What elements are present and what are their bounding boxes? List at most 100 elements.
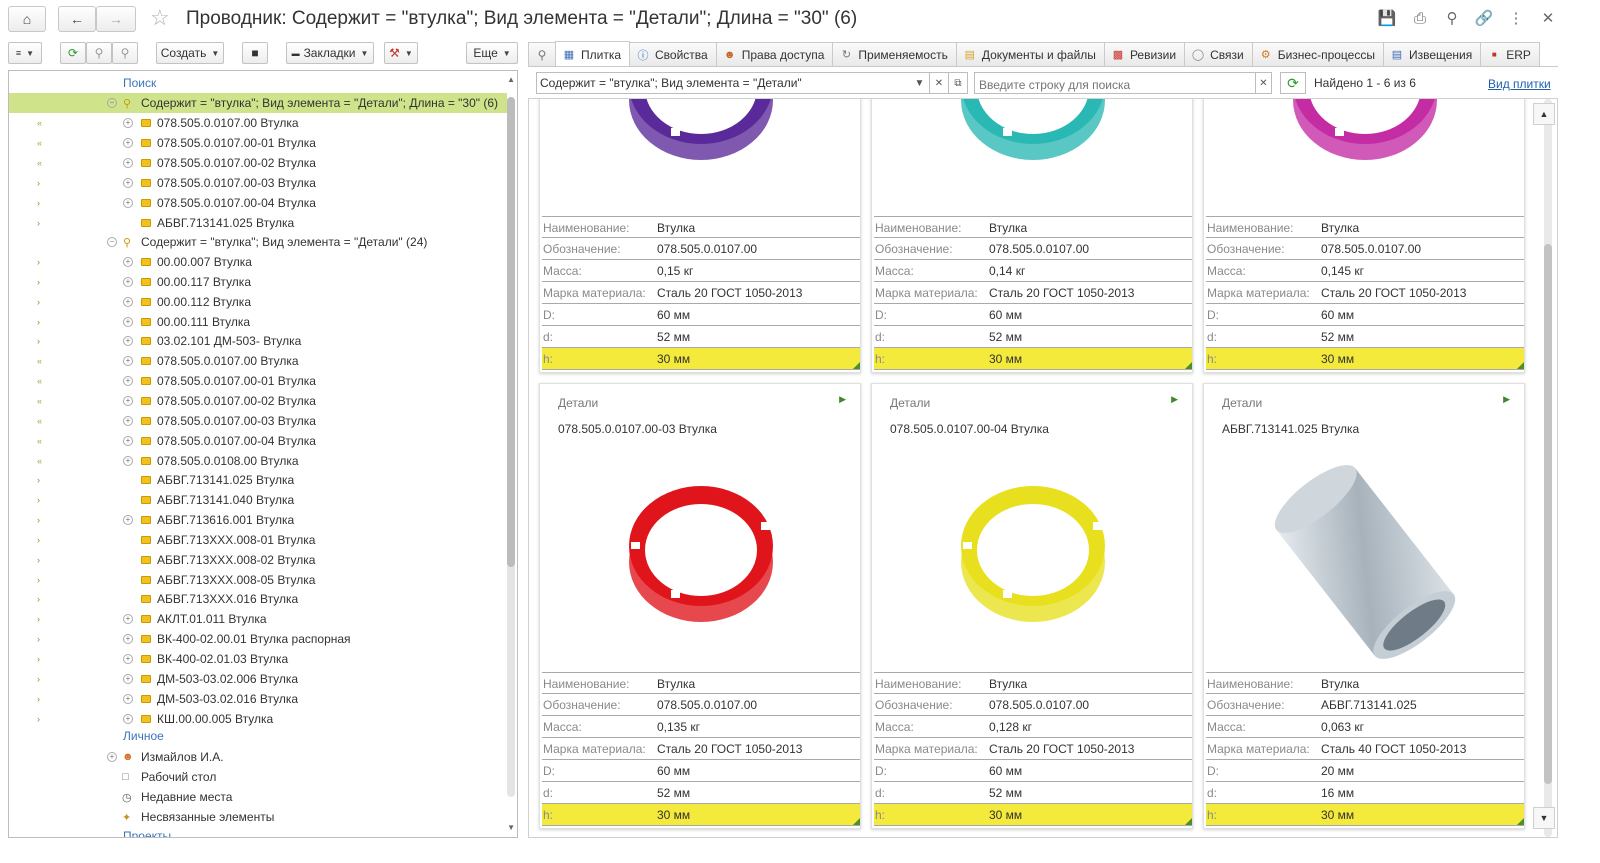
filter-open-button[interactable]: ⧉ <box>948 72 968 94</box>
card-menu-icon[interactable]: ▶ <box>1171 394 1178 405</box>
tab-search[interactable]: ⚲ <box>528 42 556 66</box>
tree-item[interactable]: › + ДМ-503-03.02.016 Втулка <box>9 689 507 709</box>
tree-item[interactable]: › АБВГ.713ХХХ.016 Втулка <box>9 589 507 609</box>
chevron-right-icon[interactable]: › <box>37 475 40 485</box>
filter-field[interactable]: Содержит = "втулка"; Вид элемента = "Дет… <box>536 72 930 94</box>
card-title[interactable]: 078.505.0.0107.00-04 Втулка <box>890 422 1049 436</box>
filter-dropdown-button[interactable]: ▼ <box>910 72 930 94</box>
chevron-right-icon[interactable]: › <box>37 495 40 505</box>
print-icon[interactable]: ⎙ <box>1410 9 1430 29</box>
expand-icon[interactable]: + <box>123 713 133 724</box>
expand-icon[interactable]: + <box>123 138 133 148</box>
tree-item[interactable]: « +078.505.0.0107.00-02 Втулка <box>9 391 507 411</box>
chevron-right-icon[interactable]: › <box>37 634 40 644</box>
expand-icon[interactable]: + <box>123 257 133 267</box>
filter-clear-button[interactable]: ✕ <box>929 72 949 94</box>
double-chevron-icon[interactable]: « <box>37 356 42 366</box>
save-icon[interactable]: 💾 <box>1377 9 1397 29</box>
tile-card[interactable]: Детали АБВГ.713141.025 Втулка ▶ Наименовани… <box>1203 383 1525 829</box>
tile-view-link[interactable]: Вид плитки <box>1488 77 1551 91</box>
tree-item-unlinked[interactable]: ✦ Несвязанные элементы <box>9 807 507 827</box>
expand-icon[interactable]: + <box>123 654 133 664</box>
tree-item[interactable]: › АБВГ.713141.025 Втулка <box>9 470 507 490</box>
tree-item[interactable]: « +078.505.0.0107.00-04 Втулка <box>9 431 507 451</box>
double-chevron-icon[interactable]: « <box>37 416 42 426</box>
collapse-icon[interactable]: − <box>107 98 117 108</box>
tree-item-desktop[interactable]: □ Рабочий стол <box>9 767 507 787</box>
chevron-right-icon[interactable]: › <box>37 317 40 327</box>
tree-item[interactable]: « +078.505.0.0107.00 Втулка <box>9 113 507 133</box>
tools-button[interactable]: ⚒ ▼ <box>384 42 418 64</box>
scroll-bottom-button[interactable]: ▼ <box>1533 807 1555 829</box>
grid-scrollbar-thumb[interactable] <box>1544 244 1552 784</box>
expand-icon[interactable]: + <box>123 316 133 327</box>
card-menu-icon[interactable]: ▶ <box>839 394 846 405</box>
expand-icon[interactable]: + <box>123 395 133 406</box>
scroll-down-icon[interactable]: ▼ <box>507 823 515 832</box>
chevron-right-icon[interactable]: › <box>37 614 40 624</box>
tree-item[interactable]: › АБВГ.713141.025 Втулка <box>9 213 507 233</box>
grid-scrollbar[interactable]: ▲ ▼ <box>1529 99 1557 837</box>
tree-scrollbar[interactable] <box>507 97 515 797</box>
tree-item[interactable]: › АБВГ.713141.040 Втулка <box>9 490 507 510</box>
projects-section-label[interactable]: Проекты <box>123 829 171 837</box>
double-chevron-icon[interactable]: « <box>37 396 42 406</box>
tab-usage[interactable]: ↻ Применяемость <box>832 42 957 66</box>
expand-icon[interactable]: + <box>123 673 133 684</box>
tree-item[interactable]: « +078.505.0.0108.00 Втулка <box>9 451 507 471</box>
personal-section-label[interactable]: Личное <box>123 729 164 743</box>
tree-item[interactable]: › +078.505.0.0107.00-03 Втулка <box>9 173 507 193</box>
home-button[interactable]: ⌂ <box>8 6 46 32</box>
tree-item[interactable]: › + ВК-400-02.00.01 Втулка распорная <box>9 629 507 649</box>
tree-item[interactable]: › АБВГ.713ХХХ.008-02 Втулка <box>9 550 507 570</box>
preview-icon[interactable]: ⚲ <box>1442 9 1462 29</box>
chevron-right-icon[interactable]: › <box>37 336 40 346</box>
tree-item[interactable]: « +078.505.0.0107.00-01 Втулка <box>9 133 507 153</box>
chevron-right-icon[interactable]: › <box>37 218 40 228</box>
chevron-right-icon[interactable]: › <box>37 654 40 664</box>
double-chevron-icon[interactable]: « <box>37 376 42 386</box>
refresh-button[interactable]: ⟳ <box>60 42 86 64</box>
search-minus-button[interactable]: ⚲ <box>86 42 112 64</box>
tile-card[interactable]: Наименование: Втулка Обозначение: 078.505.0… <box>539 99 861 373</box>
chevron-right-icon[interactable]: › <box>37 297 40 307</box>
expand-icon[interactable]: + <box>123 376 133 387</box>
expand-icon[interactable]: + <box>123 356 133 367</box>
tab-access[interactable]: ☻ Права доступа <box>715 42 834 66</box>
forward-button[interactable]: → <box>96 6 136 32</box>
tab-documents[interactable]: ▤ Документы и файлы <box>955 42 1105 66</box>
expand-icon[interactable]: + <box>123 515 133 526</box>
tree-item[interactable]: › + АКЛТ.01.011 Втулка <box>9 609 507 629</box>
tree-item[interactable]: › +03.02.101 ДМ-503- Втулка <box>9 331 507 351</box>
double-chevron-icon[interactable]: « <box>37 118 42 128</box>
expand-icon[interactable]: + <box>123 296 133 307</box>
tree-item-recent[interactable]: ◷ Недавние места <box>9 787 507 807</box>
tree-item[interactable]: › + ВК-400-02.01.03 Втулка <box>9 649 507 669</box>
tree-item[interactable]: « +078.505.0.0107.00-03 Втулка <box>9 411 507 431</box>
tree-item[interactable]: › + АБВГ.713616.001 Втулка <box>9 510 507 530</box>
card-title[interactable]: АБВГ.713141.025 Втулка <box>1222 422 1359 436</box>
tile-card[interactable]: Детали 078.505.0.0107.00-03 Втулка ▶ Наимен… <box>539 383 861 829</box>
more-button[interactable]: Еще ▼ <box>466 42 518 64</box>
chevron-right-icon[interactable]: › <box>37 575 40 585</box>
expand-icon[interactable]: + <box>123 693 133 704</box>
tree-item[interactable]: › + КШ.00.00.005 Втулка <box>9 709 507 729</box>
save-query-button[interactable]: ■ <box>242 42 268 64</box>
tree-item[interactable]: › +00.00.112 Втулка <box>9 292 507 312</box>
tree-mode-button[interactable]: ≡ ▼ <box>8 42 42 64</box>
bookmarks-button[interactable]: ▬ Закладки ▼ <box>286 42 374 64</box>
chevron-right-icon[interactable]: › <box>37 674 40 684</box>
tab-notices[interactable]: ▤ Извещения <box>1382 42 1482 66</box>
expand-icon[interactable]: + <box>123 118 133 128</box>
tree-item[interactable]: › +00.00.117 Втулка <box>9 272 507 292</box>
tree-scrollbar-thumb[interactable] <box>507 97 515 567</box>
tree-item[interactable]: › + ДМ-503-03.02.006 Втулка <box>9 669 507 689</box>
tab-properties[interactable]: ⓘ Свойства <box>629 42 717 66</box>
expand-icon[interactable]: + <box>123 614 133 625</box>
chevron-right-icon[interactable]: › <box>37 694 40 704</box>
tree-item[interactable]: › +078.505.0.0107.00-04 Втулка <box>9 193 507 213</box>
chevron-right-icon[interactable]: › <box>37 714 40 724</box>
double-chevron-icon[interactable]: « <box>37 158 42 168</box>
tab-revisions[interactable]: ▩ Ревизии <box>1103 42 1186 66</box>
expand-icon[interactable]: + <box>123 634 133 645</box>
